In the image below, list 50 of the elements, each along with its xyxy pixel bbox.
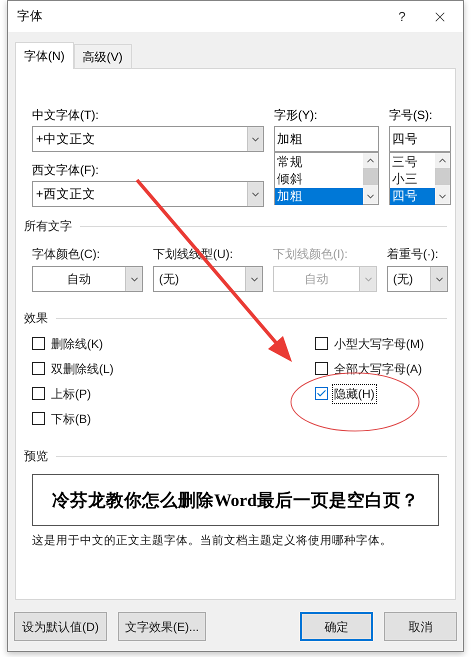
checkbox-label[interactable]: 双删除线(L) [50, 360, 115, 378]
field-label: 下划线颜色(I): [273, 246, 349, 262]
dropdown-field[interactable]: +西文正文 [32, 181, 264, 207]
section-heading: 预览 [24, 448, 48, 465]
dialog-button[interactable]: 确定 [300, 612, 373, 641]
tab[interactable]: 高级(V) [74, 44, 132, 68]
dropdown-field[interactable]: 自动 [32, 266, 143, 292]
window-title: 字体 [17, 8, 44, 26]
checkbox[interactable] [32, 337, 45, 350]
dialog-button[interactable]: 取消 [384, 612, 457, 641]
checkbox[interactable] [315, 337, 328, 350]
dropdown-field[interactable]: +中文正文 [32, 126, 264, 152]
list-box[interactable]: 常规 倾斜 加粗 [274, 152, 379, 205]
checkbox[interactable] [32, 412, 45, 425]
list-item[interactable]: 小三 [390, 171, 435, 188]
checkbox-label[interactable]: 下标(B) [50, 410, 92, 428]
preview-note: 这是用于中文的正文主题字体。当前文档主题定义将使用哪种字体。 [32, 533, 393, 549]
text-field[interactable]: 加粗 [274, 126, 379, 152]
checkbox[interactable] [315, 387, 328, 400]
dialog-button[interactable]: 设为默认值(D) [14, 612, 107, 641]
scrollbar[interactable] [435, 153, 450, 204]
help-button[interactable]: ? [387, 2, 417, 32]
section-heading: 效果 [24, 310, 48, 327]
checkbox-label[interactable]: 小型大写字母(M) [333, 334, 425, 352]
scrollbar[interactable] [363, 153, 378, 204]
section-heading: 所有文字 [24, 218, 72, 235]
field-label: 西文字体(F): [32, 162, 100, 178]
tab[interactable]: 字体(N) [15, 42, 74, 69]
list-item[interactable]: 倾斜 [275, 171, 363, 188]
list-item[interactable]: 加粗 [275, 188, 363, 205]
field-label: 字体颜色(C): [32, 246, 101, 262]
list-item[interactable]: 三号 [390, 154, 435, 171]
checkbox-label[interactable]: 上标(P) [50, 384, 92, 402]
preview-text: 冷芬龙教你怎么删除Word最后一页是空白页？ [52, 488, 419, 512]
checkbox-label[interactable]: 删除线(K) [50, 334, 104, 352]
list-item[interactable]: 常规 [275, 154, 363, 171]
field-label: 中文字体(T): [32, 107, 100, 123]
checkbox[interactable] [32, 387, 45, 400]
text-field[interactable]: 四号 [389, 126, 451, 152]
dropdown-field[interactable]: (无) [387, 266, 448, 292]
list-box[interactable]: 三号 小三 四号 [389, 152, 451, 205]
dropdown-field[interactable]: (无) [153, 266, 263, 292]
checkbox[interactable] [315, 362, 328, 375]
list-item[interactable]: 四号 [390, 188, 435, 205]
field-label: 字形(Y): [274, 107, 318, 123]
dialog-button[interactable]: 文字效果(E)... [118, 612, 206, 641]
checkbox[interactable] [32, 362, 45, 375]
field-label: 着重号(·): [387, 246, 440, 262]
checkbox-label[interactable]: 隐藏(H) [333, 384, 376, 402]
field-label: 字号(S): [389, 107, 434, 123]
